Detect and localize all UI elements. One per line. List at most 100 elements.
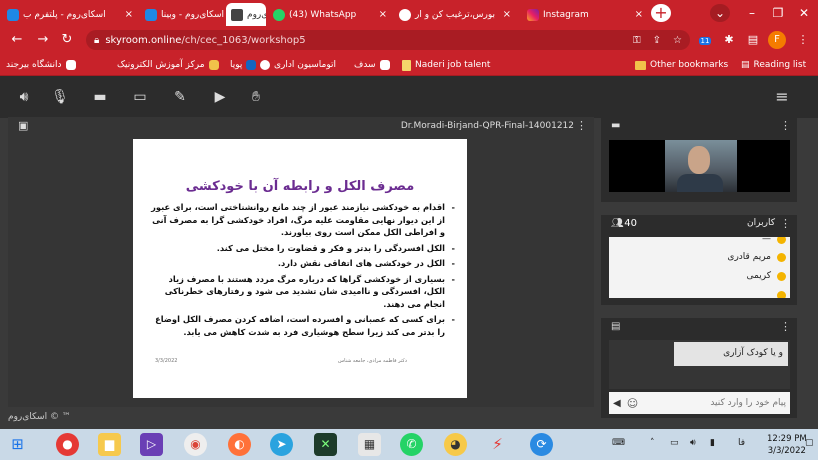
brush-icon[interactable]: ✎ — [170, 87, 190, 107]
slide-body: اقدام به خودکشی نیازمند عبور از چند مانع… — [147, 201, 455, 341]
bookmark-pouya[interactable]: پویا — [230, 58, 257, 72]
browser-tab-instagram[interactable]: Instagram × — [522, 3, 648, 26]
forward-icon[interactable]: → — [34, 31, 52, 49]
extension-badge-icon[interactable]: 11 — [696, 31, 714, 49]
folder-icon — [635, 60, 646, 70]
reading-list-icon[interactable]: ▤ — [744, 31, 762, 49]
bookmark-reading-list[interactable]: ▤ Reading list — [741, 58, 806, 72]
puzzle-icon[interactable]: ✱ — [720, 31, 738, 49]
volume-icon[interactable]: 🔊︎ — [690, 438, 696, 448]
back-icon[interactable]: ← — [8, 31, 26, 49]
chat-input[interactable]: ◀ ☺ پیام خود را وارد کنید — [609, 392, 790, 414]
stage-menu-icon[interactable]: ⋮ — [576, 119, 587, 132]
visual-studio-icon[interactable]: ▷ — [140, 433, 163, 456]
user-row[interactable]: کریمی — [747, 268, 786, 284]
user-icon — [777, 290, 786, 298]
bookmark-elearning[interactable]: مرکز آموزش الکترونیک — [117, 58, 219, 72]
key-icon[interactable]: ⚿ — [633, 35, 641, 46]
clock[interactable]: 12:29 PM 3/3/2022 — [767, 433, 807, 457]
battery-icon[interactable]: ▮ — [710, 438, 715, 448]
sadaf-icon — [379, 60, 390, 70]
share-icon[interactable]: ⇪ — [653, 35, 661, 46]
chat-menu-icon[interactable]: ⋮ — [780, 320, 791, 333]
whatsapp-favicon-icon — [273, 8, 285, 21]
address-bar[interactable]: 🔒︎ skyroom.online/ch/cec_1063/workshop5 … — [86, 30, 690, 50]
menu-kebab-icon[interactable]: ⋮ — [794, 31, 812, 49]
chat-input-placeholder: پیام خود را وارد کنید — [710, 398, 786, 408]
emoji-icon[interactable]: ☺ — [627, 397, 638, 410]
notification-icon[interactable]: ▢ — [805, 438, 814, 448]
tab-label: (43) WhatsApp — [289, 9, 357, 20]
bookmark-automation[interactable]: اتوماسیون اداری — [260, 58, 336, 72]
user-row-partial[interactable]: — — [762, 237, 786, 247]
app-record-icon[interactable]: ● — [56, 433, 79, 456]
minimize-icon[interactable]: – — [740, 4, 764, 22]
telegram-icon[interactable]: ➤ — [270, 433, 293, 456]
keyboard-icon[interactable]: ⌨ — [612, 438, 625, 448]
user-icon — [777, 237, 786, 244]
bookmark-label: Other bookmarks — [650, 60, 729, 70]
firefox-icon[interactable]: ◐ — [228, 433, 251, 456]
speaker-icon[interactable]: 🔊︎ — [14, 87, 34, 107]
reload-icon[interactable]: ↻ — [58, 31, 76, 49]
camera-icon[interactable]: ▬ — [90, 87, 110, 107]
close-tab-icon[interactable]: × — [503, 9, 511, 20]
terminal-app-icon[interactable]: ✕ — [314, 433, 337, 456]
browser-tab-active[interactable]: اسکای‌روم — [226, 3, 266, 26]
close-window-icon[interactable]: ✕ — [792, 4, 816, 22]
chat-message: و یا کودک آزاری — [674, 342, 788, 366]
close-tab-icon[interactable]: × — [635, 9, 643, 20]
tab-search-icon[interactable]: ⌄ — [710, 4, 730, 22]
windows-taskbar: ⊞ ● ▆ ▷ ◉ ◐ ➤ ✕ ▦ ✆ ◕ ⚡︎ ⟳ ⌨ ˄ ▭ 🔊︎ ▮ فا… — [0, 429, 818, 460]
paint-icon[interactable]: ◕ — [444, 433, 467, 456]
flash-app-icon[interactable]: ⚡︎ — [486, 433, 509, 456]
globe-icon — [260, 60, 270, 70]
chat-panel-header: ▤ ⋮ — [601, 318, 797, 336]
raise-hand-icon[interactable]: ✋︎ — [246, 87, 266, 107]
users-panel: 👥︎ 40 کاربران ⋮ — مریم قادری کریمی — [601, 215, 797, 305]
browser-tab-2[interactable]: اسکای‌روم - وبینا — [140, 3, 224, 26]
calculator-icon[interactable]: ▦ — [358, 433, 381, 456]
file-explorer-icon[interactable]: ▆ — [98, 433, 121, 456]
user-row[interactable]: مریم قادری — [727, 249, 786, 265]
bookmarks-bar: دانشگاه بیرجند مرکز آموزش الکترونیک پویا… — [0, 54, 818, 76]
chrome-icon[interactable]: ◉ — [184, 433, 207, 456]
user-row-partial[interactable] — [777, 287, 786, 298]
network-icon[interactable]: ▭ — [670, 438, 679, 448]
new-tab-button[interactable]: + — [651, 4, 671, 22]
skyroom-favicon-icon — [7, 8, 19, 21]
bookmark-uni[interactable]: دانشگاه بیرجند — [6, 58, 76, 72]
whatsapp-icon[interactable]: ✆ — [400, 433, 423, 456]
clock-date: 3/3/2022 — [767, 446, 806, 456]
play-media-icon[interactable]: ▶ — [210, 87, 230, 107]
url-text: skyroom.online/ch/cec_1063/workshop5 — [105, 35, 305, 46]
slide-bullet: بسیاری از خودکشی گراها که درباره مرگ مرد… — [147, 273, 455, 311]
browser-tab-5[interactable]: بورس،ترغیب کن و ار × — [394, 3, 516, 26]
webcam-video — [609, 140, 790, 192]
profile-avatar[interactable]: F — [768, 31, 786, 49]
room-toolbar: 🔊︎ 🎙︎ ▬ ▭ ✎ ▶ ✋︎ ≡ — [0, 76, 818, 118]
bookmark-naderi[interactable]: Naderi job talent — [402, 58, 490, 72]
close-tab-icon[interactable]: × — [125, 9, 133, 20]
slide-footer-author: دکتر فاطمه مرادی، جامعه شناس — [338, 358, 407, 364]
users-menu-icon[interactable]: ⋮ — [780, 217, 791, 230]
video-menu-icon[interactable]: ⋮ — [780, 119, 791, 132]
stage-title: Dr.Moradi-Birjand-QPR-Final-14001212 — [400, 121, 574, 131]
star-icon[interactable]: ☆ — [673, 35, 682, 46]
windows-start-icon[interactable]: ⊞ — [6, 433, 29, 456]
tray-chevron-icon[interactable]: ˄ — [650, 438, 655, 448]
sync-icon[interactable]: ⟳ — [530, 433, 553, 456]
language-indicator[interactable]: فا — [738, 438, 745, 448]
mic-muted-icon[interactable]: 🎙︎ — [50, 87, 70, 107]
hamburger-menu-icon[interactable]: ≡ — [772, 87, 792, 107]
browser-tab-whatsapp[interactable]: (43) WhatsApp × — [268, 3, 392, 26]
bookmark-sadaf[interactable]: سدف — [354, 58, 390, 72]
browser-tab-1[interactable]: اسکای‌روم - پلتفرم ب × — [2, 3, 138, 26]
bookmark-other[interactable]: Other bookmarks — [635, 58, 728, 72]
close-tab-icon[interactable]: × — [379, 9, 387, 20]
screen-share-icon[interactable]: ▭ — [130, 87, 150, 107]
maximize-icon[interactable]: ❐ — [766, 4, 790, 22]
slide: مصرف الکل و رابطه آن با خودکشی اقدام به … — [133, 139, 467, 398]
users-list: — مریم قادری کریمی — [609, 237, 790, 298]
send-icon[interactable]: ◀ — [613, 398, 621, 409]
